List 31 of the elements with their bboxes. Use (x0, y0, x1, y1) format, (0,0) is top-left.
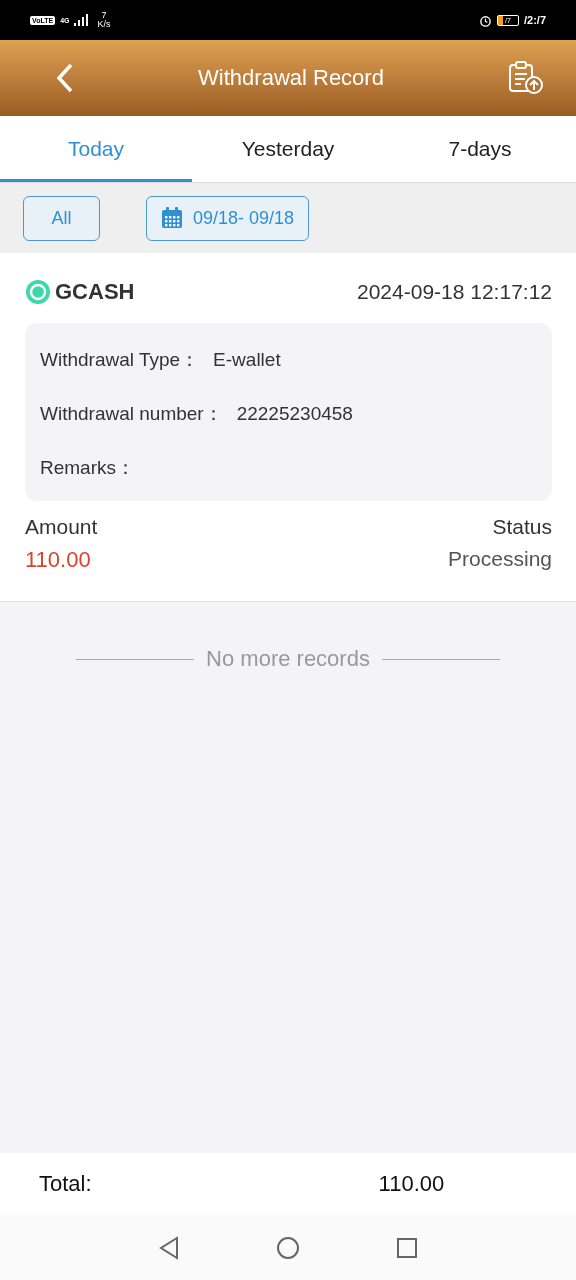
status-value: Processing (448, 547, 552, 571)
status-label: Status (492, 515, 552, 539)
speed-unit: K/s (97, 20, 111, 29)
amount-value: 110.00 (25, 547, 92, 573)
back-nav-icon[interactable] (158, 1235, 180, 1260)
record-datetime: 2024-09-18 12:17:12 (357, 280, 552, 304)
home-nav-icon[interactable] (276, 1235, 300, 1260)
calendar-icon (161, 207, 183, 229)
page-title: Withdrawal Record (198, 65, 384, 91)
tab[interactable]: Yesterday (192, 116, 384, 182)
back-icon[interactable] (56, 63, 74, 93)
recents-nav-icon[interactable] (396, 1236, 418, 1259)
total-label: Total: (39, 1171, 92, 1197)
filter-all-button[interactable]: All (23, 195, 100, 241)
amount-label: Amount (25, 515, 98, 539)
wallet-logo-icon (25, 279, 51, 305)
detail-value: E-wallet (213, 349, 281, 371)
alarm-icon (479, 13, 492, 27)
detail-value: 22225230458 (236, 403, 353, 425)
tab[interactable]: 7-days (384, 116, 576, 182)
speed-value: 7 (101, 11, 107, 20)
detail-label: Withdrawal number： (40, 402, 223, 426)
detail-label: Remarks： (40, 456, 135, 480)
total-value: 110.00 (378, 1171, 445, 1197)
date-range-button[interactable]: 09/18- 09/18 (146, 195, 310, 241)
end-message: No more records (206, 646, 370, 672)
clock: /2:/7 (524, 14, 546, 26)
detail-label: Withdrawal Type： (40, 348, 200, 372)
clipboard-upload-icon[interactable] (508, 61, 544, 95)
payment-method: GCASH (55, 279, 135, 305)
signal-icon (74, 14, 91, 26)
